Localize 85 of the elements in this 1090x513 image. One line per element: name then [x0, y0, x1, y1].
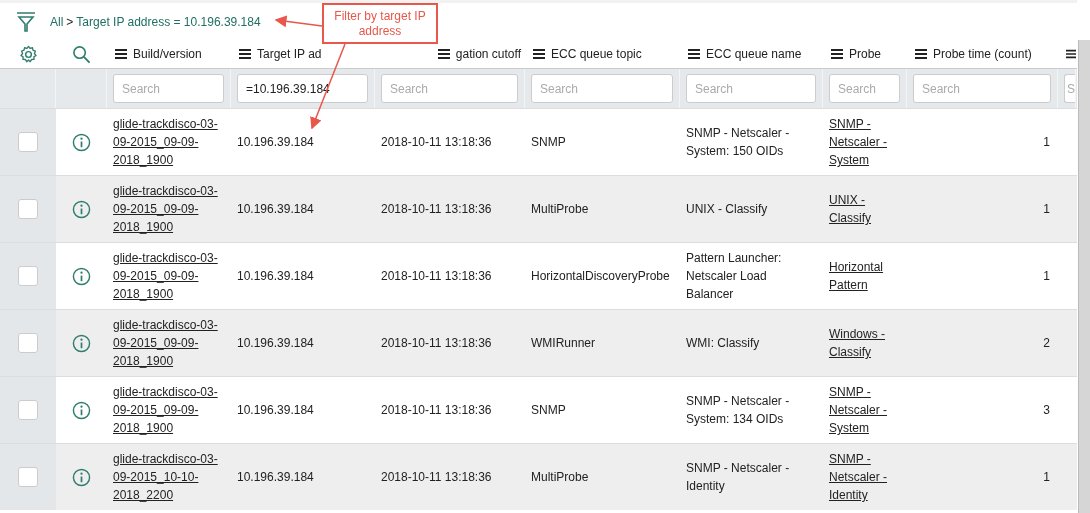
breadcrumb-link[interactable]: All [50, 14, 64, 29]
row-checkbox[interactable] [18, 266, 38, 286]
menu-icon[interactable] [533, 49, 545, 59]
breadcrumb-link[interactable]: Target IP address = 10.196.39.184 [76, 14, 261, 29]
search-field[interactable]: S [1064, 74, 1075, 103]
info-icon[interactable] [72, 333, 91, 353]
column-header[interactable]: Target IP ad [257, 47, 322, 61]
search-field[interactable]: Search [531, 74, 673, 103]
ip-address: 10.196.39.184 [237, 402, 314, 419]
menu-icon[interactable] [688, 49, 700, 59]
queue-name: SNMP - Netscaler - System: 150 OIDs [686, 125, 791, 160]
menu-icon[interactable] [239, 49, 251, 59]
cutoff-time: 2018-10-11 13:18:36 [381, 402, 492, 419]
row-checkbox[interactable] [18, 199, 38, 219]
info-icon[interactable] [72, 132, 91, 152]
info-icon[interactable] [72, 266, 91, 286]
queue-name: UNIX - Classify [686, 201, 769, 218]
queue-topic: HorizontalDiscoveryProbe [531, 268, 670, 285]
row-checkbox[interactable] [18, 132, 38, 152]
ip-address: 10.196.39.184 [237, 469, 314, 486]
callout: Filter by target IP address [322, 3, 438, 44]
filter-icon[interactable] [16, 10, 36, 33]
cutoff-time: 2018-10-11 13:18:36 [381, 268, 492, 285]
queue-name: SNMP - Netscaler - System: 134 OIDs [686, 393, 791, 428]
probe-link[interactable]: Horizontal Pattern [829, 258, 905, 294]
info-icon[interactable] [72, 467, 91, 487]
column-header[interactable]: gation cutoff [455, 47, 521, 61]
row-checkbox[interactable] [18, 333, 38, 353]
column-header[interactable]: ECC queue name [706, 47, 802, 61]
queue-topic: SNMP [531, 134, 566, 151]
build-link[interactable]: glide-trackdisco-03-09-2015_09-09-2018_1900 [113, 249, 229, 303]
column-header[interactable]: Build/version [133, 47, 202, 61]
search-field[interactable]: Search [381, 74, 518, 103]
cutoff-time: 2018-10-11 13:18:36 [381, 201, 492, 218]
info-icon[interactable] [72, 199, 91, 219]
menu-icon[interactable] [1066, 49, 1076, 59]
ip-address: 10.196.39.184 [237, 134, 314, 151]
probe-link[interactable]: UNIX - Classify [829, 191, 905, 227]
build-link[interactable]: glide-trackdisco-03-09-2015_09-09-2018_1900 [113, 115, 229, 169]
queue-topic: WMIRunner [531, 335, 595, 352]
ip-address: 10.196.39.184 [237, 201, 314, 218]
row-checkbox[interactable] [18, 400, 38, 420]
probe-count: 2 [1043, 335, 1050, 352]
menu-icon[interactable] [915, 49, 927, 59]
arrow [274, 15, 323, 28]
probe-link[interactable]: Windows - Classify [829, 325, 905, 361]
column-header[interactable]: Probe time (count) [933, 47, 1032, 61]
column-header[interactable]: ECC queue topic [551, 47, 642, 61]
build-link[interactable]: glide-trackdisco-03-09-2015_09-09-2018_1900 [113, 316, 229, 370]
cutoff-time: 2018-10-11 13:18:36 [381, 469, 492, 486]
queue-name: SNMP - Netscaler - Identity [686, 460, 791, 495]
probe-link[interactable]: SNMP - Netscaler - System [829, 383, 905, 437]
info-icon[interactable] [72, 400, 91, 420]
column-header[interactable]: Probe [849, 47, 882, 61]
build-link[interactable]: glide-trackdisco-03-09-2015_10-10-2018_2200 [113, 450, 229, 504]
probe-count: 1 [1043, 268, 1050, 285]
cutoff-time: 2018-10-11 13:18:36 [381, 335, 492, 352]
probe-count: 3 [1043, 402, 1050, 419]
search-field[interactable]: Search [829, 74, 900, 103]
menu-icon[interactable] [831, 49, 843, 59]
queue-topic: MultiProbe [531, 201, 589, 218]
search-icon[interactable] [72, 44, 91, 64]
queue-topic: MultiProbe [531, 469, 589, 486]
probe-link[interactable]: SNMP - Netscaler - Identity [829, 450, 905, 504]
row-checkbox[interactable] [18, 467, 38, 487]
probe-count: 1 [1043, 201, 1050, 218]
scrollbar[interactable] [1078, 40, 1090, 513]
probe-count: 1 [1043, 469, 1050, 486]
settings-icon[interactable] [18, 44, 38, 64]
cutoff-time: 2018-10-11 13:18:36 [381, 134, 492, 151]
queue-name: WMI: Classify [686, 335, 761, 352]
ip-address: 10.196.39.184 [237, 268, 314, 285]
queue-topic: SNMP [531, 402, 566, 419]
probe-link[interactable]: SNMP - Netscaler - System [829, 115, 905, 169]
build-link[interactable]: glide-trackdisco-03-09-2015_09-09-2018_1900 [113, 383, 229, 437]
search-field[interactable]: Search [913, 74, 1051, 103]
search-field[interactable]: Search [113, 74, 224, 103]
search-field[interactable]: Search [686, 74, 816, 103]
breadcrumb-separator: > [66, 14, 74, 29]
menu-icon[interactable] [437, 49, 450, 59]
build-link[interactable]: glide-trackdisco-03-09-2015_09-09-2018_1900 [113, 182, 229, 236]
menu-icon[interactable] [115, 49, 127, 59]
ip-address: 10.196.39.184 [237, 335, 314, 352]
queue-name: Pattern Launcher: Netscaler Load Balancer [686, 250, 783, 303]
probe-count: 1 [1043, 134, 1050, 151]
